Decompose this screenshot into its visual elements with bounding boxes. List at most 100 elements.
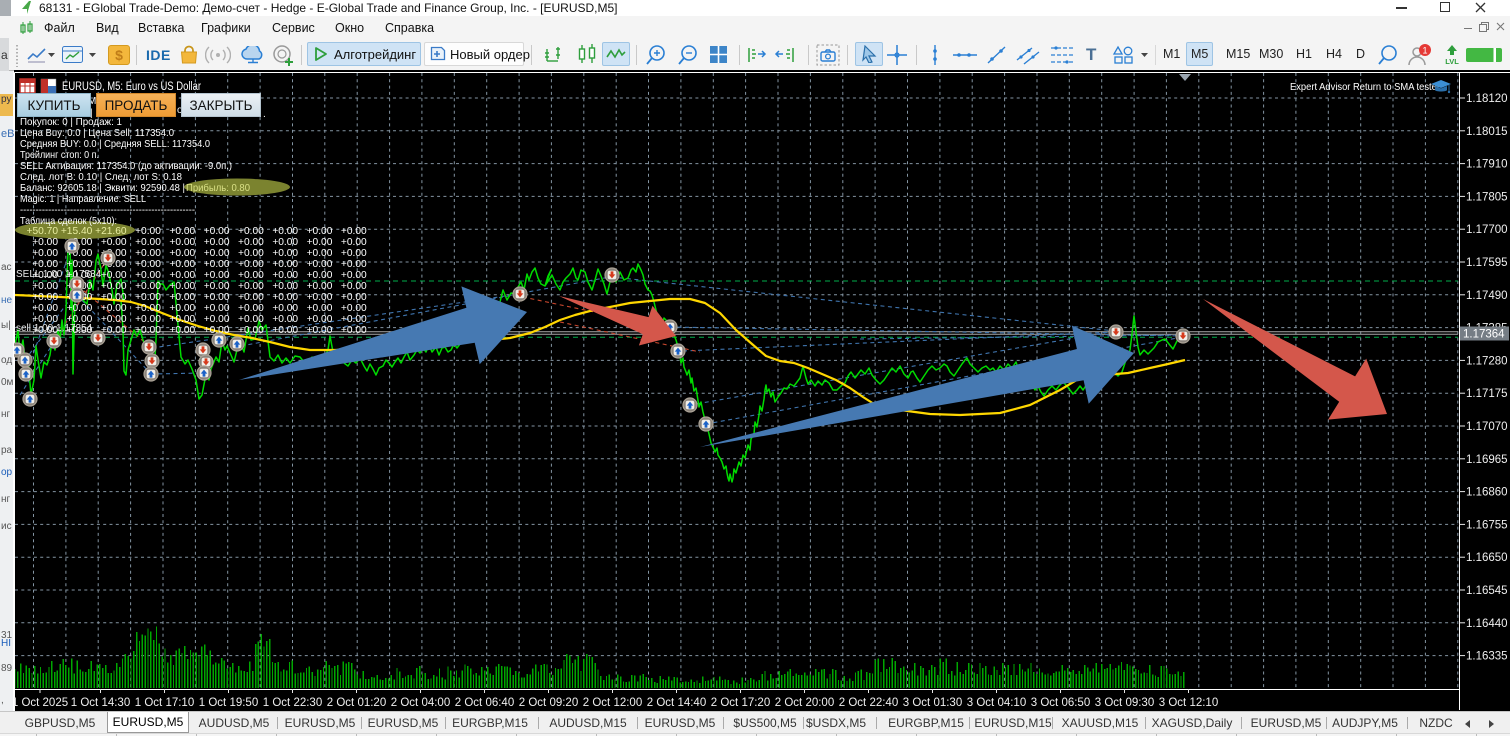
svg-text:+0.00: +0.00	[341, 237, 367, 248]
svg-text:1 Oct 2025: 1 Oct 2025	[12, 697, 68, 709]
svg-text:+0.00: +0.00	[169, 237, 195, 248]
svg-text:1 Oct 14:30: 1 Oct 14:30	[71, 697, 130, 709]
svg-text:2 Oct 20:00: 2 Oct 20:00	[775, 697, 834, 709]
svg-text:3 Oct 12:10: 3 Oct 12:10	[1159, 697, 1218, 709]
svg-text:1.16755: 1.16755	[1466, 519, 1508, 531]
svg-text:Прибыль: 0.80: Прибыль: 0.80	[186, 182, 250, 194]
svg-text:1 Oct 17:10: 1 Oct 17:10	[135, 697, 194, 709]
svg-text:2 Oct 09:20: 2 Oct 09:20	[519, 697, 578, 709]
svg-text:1.17364: 1.17364	[1463, 329, 1505, 341]
svg-text:+0.00: +0.00	[238, 270, 264, 281]
svg-text:+0.00: +0.00	[169, 281, 195, 292]
svg-text:+0.00: +0.00	[204, 292, 230, 303]
svg-text:+0.00: +0.00	[135, 303, 161, 314]
svg-text:+0.00: +0.00	[307, 248, 333, 259]
svg-text:+0.00: +0.00	[135, 237, 161, 248]
svg-text:1.16545: 1.16545	[1466, 585, 1508, 597]
svg-text:+0.00: +0.00	[169, 259, 195, 270]
svg-text:+0.00: +0.00	[32, 248, 58, 259]
svg-text:+0.00: +0.00	[272, 314, 298, 325]
svg-text:1.17280: 1.17280	[1466, 355, 1508, 367]
svg-text:1.17175: 1.17175	[1466, 388, 1508, 400]
svg-text:1.17490: 1.17490	[1466, 290, 1508, 302]
svg-text:1.16440: 1.16440	[1466, 618, 1508, 630]
svg-text:+0.00: +0.00	[238, 237, 264, 248]
svg-text:1 Oct 19:50: 1 Oct 19:50	[199, 697, 258, 709]
svg-text:+0.00: +0.00	[272, 270, 298, 281]
svg-text:1.17805: 1.17805	[1466, 191, 1508, 203]
svg-text:+0.00: +0.00	[204, 303, 230, 314]
svg-text:+0.00: +0.00	[272, 292, 298, 303]
svg-text:+0.00: +0.00	[272, 248, 298, 259]
svg-text:+0.00: +0.00	[204, 281, 230, 292]
svg-text:+0.00: +0.00	[32, 281, 58, 292]
svg-text:+0.00: +0.00	[101, 325, 127, 336]
svg-text:1.16335: 1.16335	[1466, 651, 1508, 663]
svg-text:1.16860: 1.16860	[1466, 487, 1508, 499]
svg-text:+0.00: +0.00	[341, 248, 367, 259]
svg-text:2 Oct 12:00: 2 Oct 12:00	[583, 697, 642, 709]
svg-text:+0.00: +0.00	[341, 314, 367, 325]
svg-text:+0.00: +0.00	[272, 325, 298, 336]
svg-text:+0.00: +0.00	[204, 237, 230, 248]
svg-text:+0.00: +0.00	[101, 292, 127, 303]
svg-text:+0.00: +0.00	[135, 314, 161, 325]
svg-text:+0.00: +0.00	[101, 270, 127, 281]
svg-text:+0.00: +0.00	[135, 325, 161, 336]
svg-text:1 Oct 22:30: 1 Oct 22:30	[263, 697, 322, 709]
svg-text:+0.00: +0.00	[135, 226, 161, 237]
svg-text:+0.00: +0.00	[135, 270, 161, 281]
svg-text:SELL 1.00 1.17534: SELL 1.00 1.17534	[16, 269, 102, 280]
svg-text:1.18120: 1.18120	[1466, 93, 1508, 105]
svg-text:+0.00: +0.00	[238, 248, 264, 259]
svg-text:2 Oct 22:40: 2 Oct 22:40	[839, 697, 898, 709]
svg-text:+0.00: +0.00	[307, 325, 333, 336]
svg-text:1.17700: 1.17700	[1466, 224, 1508, 236]
svg-text:+0.00: +0.00	[204, 226, 230, 237]
svg-text:+50.70: +50.70	[27, 226, 59, 237]
svg-text:2 Oct 01:20: 2 Oct 01:20	[327, 697, 386, 709]
svg-text:+0.00: +0.00	[341, 292, 367, 303]
svg-text:+0.00: +0.00	[272, 281, 298, 292]
svg-text:1.17070: 1.17070	[1466, 421, 1508, 433]
svg-text:+0.00: +0.00	[238, 303, 264, 314]
svg-text:+0.00: +0.00	[272, 303, 298, 314]
svg-text:+0.00: +0.00	[238, 226, 264, 237]
svg-text:+0.00: +0.00	[169, 303, 195, 314]
svg-text:+0.00: +0.00	[169, 248, 195, 259]
svg-text:1.17595: 1.17595	[1466, 257, 1508, 269]
svg-text:Expert Advisor Return to SMA t: Expert Advisor Return to SMA tester	[1290, 81, 1440, 93]
svg-text:1.16965: 1.16965	[1466, 454, 1508, 466]
svg-text:+0.00: +0.00	[135, 281, 161, 292]
svg-text:+0.00: +0.00	[341, 226, 367, 237]
svg-text:+0.00: +0.00	[341, 325, 367, 336]
svg-text:+0.00: +0.00	[101, 237, 127, 248]
svg-text:+0.00: +0.00	[67, 303, 93, 314]
svg-text:2 Oct 17:20: 2 Oct 17:20	[711, 697, 770, 709]
svg-text:+0.00: +0.00	[169, 270, 195, 281]
svg-text:+0.00: +0.00	[272, 226, 298, 237]
svg-text:+0.00: +0.00	[238, 259, 264, 270]
svg-text:+0.00: +0.00	[204, 314, 230, 325]
svg-text:3 Oct 04:10: 3 Oct 04:10	[967, 697, 1026, 709]
svg-text:+0.00: +0.00	[307, 292, 333, 303]
svg-text:2 Oct 04:00: 2 Oct 04:00	[391, 697, 450, 709]
svg-text:+0.00: +0.00	[341, 270, 367, 281]
svg-text:+0.00: +0.00	[101, 314, 127, 325]
svg-text:+0.00: +0.00	[101, 303, 127, 314]
svg-text:sell 1.00 1.17354: sell 1.00 1.17354	[16, 323, 93, 334]
svg-text:+0.00: +0.00	[135, 292, 161, 303]
svg-text:+0.00: +0.00	[307, 226, 333, 237]
svg-text:+0.00: +0.00	[307, 303, 333, 314]
svg-text:+0.00: +0.00	[307, 270, 333, 281]
svg-text:1.17910: 1.17910	[1466, 159, 1508, 171]
svg-text:1.16650: 1.16650	[1466, 552, 1508, 564]
svg-text:+0.00: +0.00	[341, 259, 367, 270]
svg-text:.: .	[263, 109, 266, 120]
svg-text:+0.00: +0.00	[204, 248, 230, 259]
svg-text:+0.00: +0.00	[169, 314, 195, 325]
svg-text:+0.00: +0.00	[32, 303, 58, 314]
svg-text:1.18015: 1.18015	[1466, 126, 1508, 138]
svg-text:+0.00: +0.00	[238, 292, 264, 303]
svg-text:+0.00: +0.00	[341, 281, 367, 292]
